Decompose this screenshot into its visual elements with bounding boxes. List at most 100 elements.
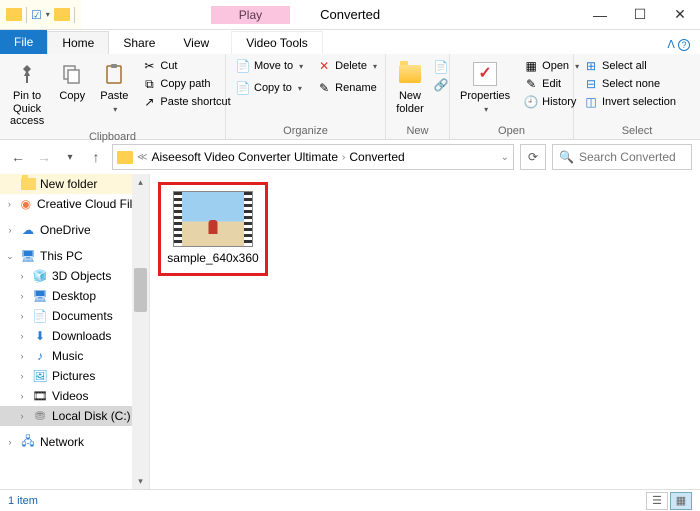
thumbnails-view-button[interactable]: ▦: [670, 492, 692, 510]
tree-new-folder[interactable]: New folder: [0, 174, 149, 194]
tab-share[interactable]: Share: [109, 32, 169, 54]
pin-icon: [13, 60, 41, 88]
tree-documents[interactable]: ›📄Documents: [0, 306, 149, 326]
minimize-button[interactable]: —: [580, 0, 620, 30]
tree-videos[interactable]: ›🎞Videos: [0, 386, 149, 406]
pin-label: Pin to Quick access: [10, 90, 44, 128]
easy-access-icon[interactable]: 🔗: [434, 78, 448, 92]
tree-onedrive[interactable]: ›☁OneDrive: [0, 220, 149, 240]
titlebar: ☑ ▾ Play Converted — ☐ ✕: [0, 0, 700, 30]
copy-to-button[interactable]: 📄Copy to▾: [232, 80, 307, 96]
address-bar[interactable]: ≪ Aiseesoft Video Converter Ultimate › C…: [112, 144, 514, 170]
tree-local-disk[interactable]: ›⛃Local Disk (C:): [0, 406, 149, 426]
cut-button[interactable]: ✂Cut: [138, 58, 234, 74]
forward-button[interactable]: →: [34, 147, 54, 167]
pin-to-quick-access-button[interactable]: Pin to Quick access: [6, 58, 48, 130]
chevron-right-icon[interactable]: ›: [16, 411, 28, 421]
tab-home[interactable]: Home: [47, 31, 109, 54]
tree-creative-cloud[interactable]: ›◉Creative Cloud Files: [0, 194, 149, 214]
details-view-button[interactable]: ☰: [646, 492, 668, 510]
maximize-button[interactable]: ☐: [620, 0, 660, 30]
tree-this-pc[interactable]: ⌄🖥This PC: [0, 246, 149, 266]
select-none-button[interactable]: ⊟Select none: [580, 76, 680, 92]
properties-button[interactable]: ✓ Properties ▾: [456, 58, 514, 116]
move-icon: 📄: [236, 59, 250, 73]
refresh-button[interactable]: ⟳: [520, 144, 546, 170]
video-thumbnail: [173, 191, 253, 247]
rename-button[interactable]: ✎Rename: [313, 80, 381, 96]
breadcrumb-seg[interactable]: Converted: [349, 150, 404, 164]
scrollbar[interactable]: ▴ ▾: [132, 174, 149, 490]
chevron-right-icon[interactable]: ›: [16, 371, 28, 381]
move-to-button[interactable]: 📄Move to▾: [232, 58, 307, 74]
tree-downloads[interactable]: ›⬇Downloads: [0, 326, 149, 346]
search-input[interactable]: [579, 150, 685, 164]
file-item[interactable]: sample_640x360: [158, 182, 268, 276]
back-button[interactable]: ←: [8, 147, 28, 167]
recent-locations-button[interactable]: ▾: [60, 147, 80, 167]
copy-button[interactable]: Copy: [54, 58, 90, 105]
chevron-right-icon: ›: [342, 152, 345, 163]
close-button[interactable]: ✕: [660, 0, 700, 30]
chevron-down-icon[interactable]: ⌄: [4, 251, 16, 262]
copy-to-icon: 📄: [236, 81, 250, 95]
ribbon-collapse-button[interactable]: ᐱ ?: [657, 35, 700, 54]
chevron-right-icon[interactable]: ›: [16, 331, 28, 341]
copy-path-button[interactable]: ⧉Copy path: [138, 76, 234, 92]
status-bar: 1 item ☰ ▦: [0, 489, 700, 511]
scroll-up-icon[interactable]: ▴: [132, 174, 149, 191]
folder-icon: [117, 151, 133, 164]
tab-file[interactable]: File: [0, 30, 47, 54]
file-name: sample_640x360: [167, 251, 258, 265]
qat-dropdown-icon[interactable]: ▾: [46, 10, 50, 19]
tab-video-tools[interactable]: Video Tools: [231, 31, 323, 54]
chevron-right-icon[interactable]: ›: [16, 311, 28, 321]
chevron-right-icon[interactable]: ›: [4, 225, 16, 235]
breadcrumb-seg[interactable]: Aiseesoft Video Converter Ultimate: [151, 150, 338, 164]
open-icon: ▦: [524, 59, 538, 73]
chevron-down-icon[interactable]: ⌄: [501, 152, 509, 163]
paste-button[interactable]: Paste ▾: [96, 58, 132, 116]
videos-icon: 🎞: [32, 389, 48, 403]
select-all-button[interactable]: ⊞Select all: [580, 58, 680, 74]
scroll-thumb[interactable]: [134, 268, 147, 312]
invert-selection-button[interactable]: ◫Invert selection: [580, 94, 680, 110]
ribbon: Pin to Quick access Copy Paste ▾ ✂Cut ⧉C…: [0, 54, 700, 140]
new-folder-button[interactable]: New folder: [392, 58, 428, 117]
cloud-icon: ◉: [19, 197, 33, 211]
tree-music[interactable]: ›♪Music: [0, 346, 149, 366]
nav-row: ← → ▾ ↑ ≪ Aiseesoft Video Converter Ulti…: [0, 140, 700, 174]
tree-desktop[interactable]: ›🖥Desktop: [0, 286, 149, 306]
chevron-right-icon[interactable]: ›: [4, 199, 15, 209]
paste-shortcut-button[interactable]: ↗Paste shortcut: [138, 94, 234, 110]
tab-view[interactable]: View: [169, 32, 223, 54]
scroll-down-icon[interactable]: ▾: [132, 473, 149, 490]
delete-icon: ✕: [317, 59, 331, 73]
new-item-icon[interactable]: 📄: [434, 60, 448, 74]
tree-3d-objects[interactable]: ›🧊3D Objects: [0, 266, 149, 286]
shortcut-icon: ↗: [142, 95, 156, 109]
tree-pictures[interactable]: ›🖼Pictures: [0, 366, 149, 386]
chevron-right-icon[interactable]: ›: [16, 271, 28, 281]
chevron-right-icon[interactable]: ›: [16, 351, 28, 361]
network-icon: 🖧: [20, 435, 36, 449]
contextual-tab-label: Play: [211, 6, 290, 24]
chevron-right-icon[interactable]: ›: [16, 391, 28, 401]
ribbon-group-organize: 📄Move to▾ 📄Copy to▾ ✕Delete▾ ✎Rename Org…: [226, 54, 386, 139]
chevron-right-icon[interactable]: ›: [16, 291, 28, 301]
qat-properties-icon[interactable]: ☑: [31, 8, 42, 22]
search-box[interactable]: 🔍: [552, 144, 692, 170]
rename-icon: ✎: [317, 81, 331, 95]
paste-icon: [100, 60, 128, 88]
delete-button[interactable]: ✕Delete▾: [313, 58, 381, 74]
up-button[interactable]: ↑: [86, 147, 106, 167]
tree-network[interactable]: ›🖧Network: [0, 432, 149, 452]
chevron-down-icon: ▾: [299, 62, 303, 71]
paste-label: Paste: [100, 90, 128, 103]
group-label: Clipboard: [6, 130, 219, 143]
cloud-icon: ☁: [20, 223, 36, 237]
chevron-right-icon[interactable]: ›: [4, 437, 16, 447]
chevron-down-icon: ▾: [113, 105, 117, 114]
pc-icon: 🖥: [20, 249, 36, 263]
content-pane[interactable]: sample_640x360: [150, 174, 700, 490]
